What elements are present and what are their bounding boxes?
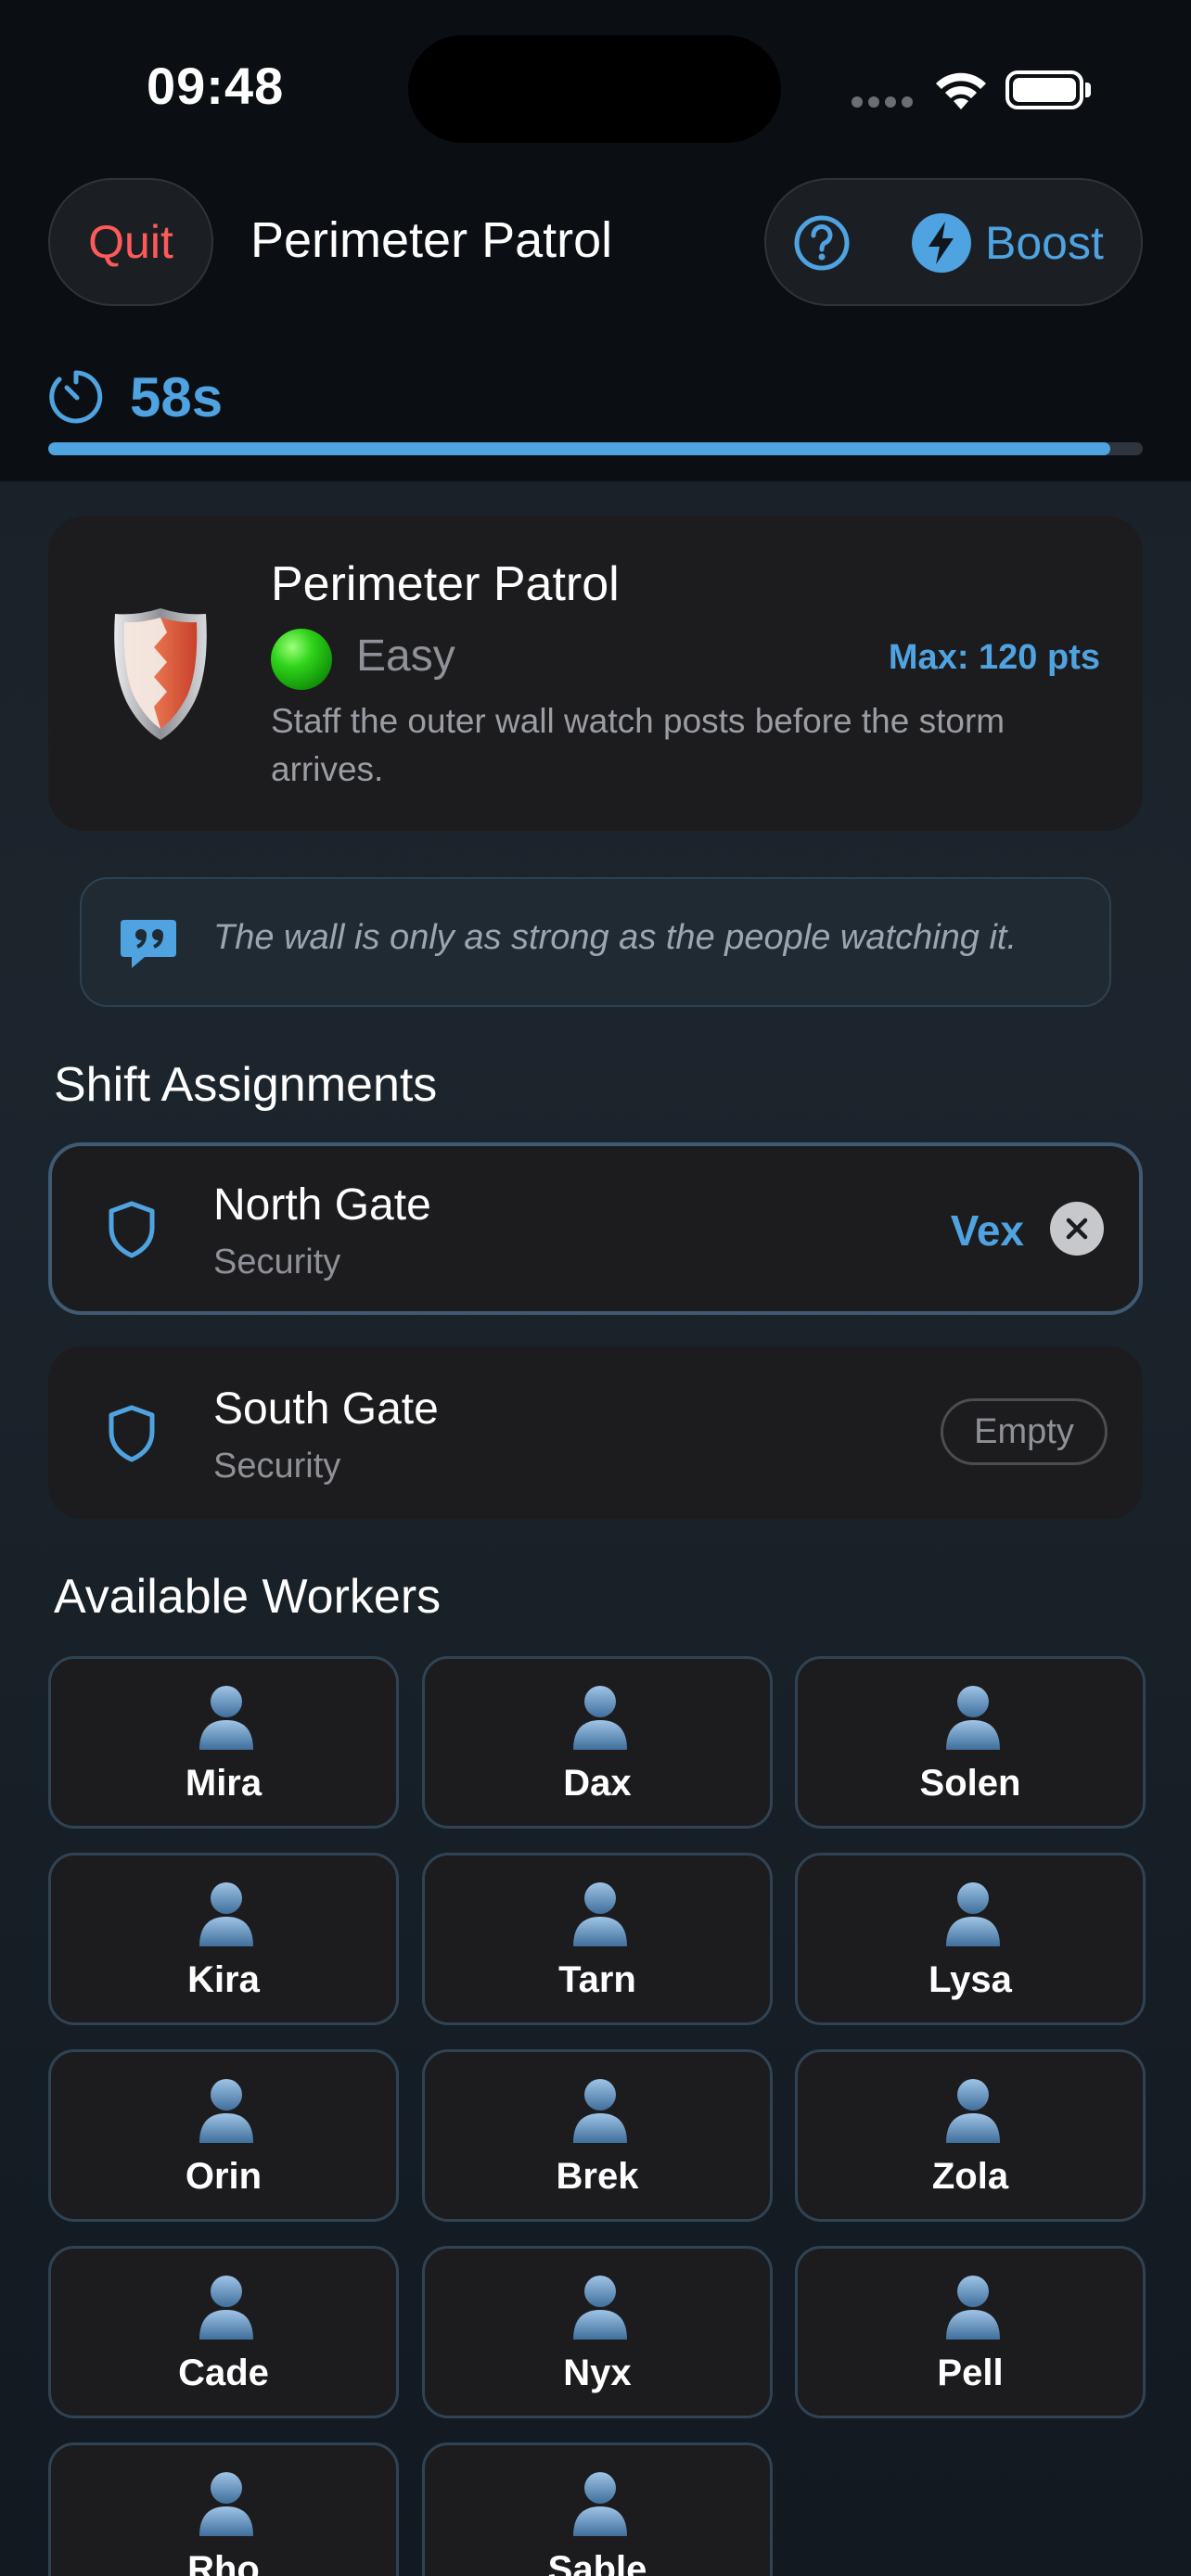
worker-name: Cade bbox=[178, 2353, 269, 2393]
assigned-worker[interactable]: Vex bbox=[951, 1205, 1024, 1256]
stopwatch-icon bbox=[49, 370, 103, 424]
lightning-bolt-icon bbox=[912, 213, 971, 273]
mission-description: Staff the outer wall watch posts before … bbox=[271, 702, 1005, 788]
worker-card[interactable]: Solen bbox=[795, 1656, 1146, 1829]
remove-assignment-button[interactable] bbox=[1050, 1202, 1104, 1256]
battery-icon bbox=[1005, 70, 1083, 109]
worker-name: Nyx bbox=[563, 2353, 632, 2393]
worker-name: Zola bbox=[931, 2156, 1009, 2197]
close-icon bbox=[1066, 1218, 1088, 1240]
timer-countdown: 58s bbox=[130, 366, 224, 428]
person-icon bbox=[946, 2079, 1000, 2143]
boost-button[interactable]: Boost bbox=[911, 206, 1104, 280]
worker-card[interactable]: Mira bbox=[48, 1656, 399, 1829]
person-icon bbox=[199, 2079, 253, 2143]
person-icon bbox=[573, 2472, 627, 2536]
available-workers-heading: Available Workers bbox=[54, 1570, 442, 1624]
person-icon bbox=[199, 1882, 253, 1946]
shield-outline-icon bbox=[109, 1201, 155, 1258]
person-icon bbox=[946, 1686, 1000, 1750]
timer-progress-bar bbox=[48, 442, 1143, 455]
person-icon bbox=[573, 1882, 627, 1946]
person-icon bbox=[573, 2276, 627, 2340]
worker-card[interactable]: Pell bbox=[795, 2246, 1146, 2418]
worker-card[interactable]: Zola bbox=[795, 2049, 1146, 2222]
person-icon bbox=[199, 2472, 253, 2536]
worker-card[interactable]: Nyx bbox=[422, 2246, 773, 2418]
status-time: 09:48 bbox=[147, 57, 285, 115]
person-icon bbox=[573, 2079, 627, 2143]
worker-name: Lysa bbox=[928, 1959, 1012, 2000]
person-icon bbox=[199, 2276, 253, 2340]
worker-card[interactable]: Rho bbox=[48, 2442, 399, 2576]
shift-name: North Gate bbox=[213, 1180, 431, 1230]
worker-name: Sable bbox=[547, 2549, 647, 2576]
worker-name: Tarn bbox=[558, 1959, 636, 2000]
shift-role: Security bbox=[213, 1243, 341, 1282]
worker-card[interactable]: Lysa bbox=[795, 1853, 1146, 2025]
worker-name: Solen bbox=[919, 1763, 1021, 1804]
shift-row-north-gate[interactable]: North Gate Security Vex bbox=[48, 1142, 1143, 1315]
worker-card[interactable]: Brek bbox=[422, 2049, 773, 2222]
question-circle-icon[interactable] bbox=[785, 206, 859, 280]
difficulty-indicator bbox=[271, 629, 332, 690]
shift-assignments-heading: Shift Assignments bbox=[54, 1058, 438, 1112]
worker-name: Dax bbox=[563, 1763, 632, 1804]
worker-name: Mira bbox=[185, 1763, 263, 1804]
page-title: Perimeter Patrol bbox=[250, 212, 613, 268]
worker-card[interactable]: Dax bbox=[422, 1656, 773, 1829]
worker-name: Rho bbox=[187, 2549, 260, 2576]
battery-nub bbox=[1085, 83, 1091, 97]
person-icon bbox=[199, 1686, 253, 1750]
quit-button[interactable]: Quit bbox=[48, 178, 213, 306]
boost-label: Boost bbox=[985, 217, 1104, 269]
worker-card[interactable]: Orin bbox=[48, 2049, 399, 2222]
shield-outline-icon bbox=[109, 1405, 155, 1462]
person-icon bbox=[946, 1882, 1000, 1946]
quote-text: The wall is only as strong as the people… bbox=[213, 918, 1018, 957]
dynamic-island bbox=[408, 35, 781, 143]
wifi-icon bbox=[936, 72, 986, 109]
difficulty-label: Easy bbox=[356, 631, 455, 681]
worker-name: Kira bbox=[187, 1959, 260, 2000]
person-icon bbox=[946, 2276, 1000, 2340]
worker-name: Brek bbox=[556, 2156, 639, 2197]
worker-name: Pell bbox=[937, 2353, 1004, 2393]
worker-card[interactable]: Tarn bbox=[422, 1853, 773, 2025]
person-icon bbox=[573, 1686, 627, 1750]
max-points: Max: 120 pts bbox=[888, 638, 1100, 677]
worker-card[interactable]: Cade bbox=[48, 2246, 399, 2418]
mission-title: Perimeter Patrol bbox=[271, 557, 620, 611]
empty-slot-badge: Empty bbox=[941, 1398, 1108, 1465]
worker-card[interactable]: Kira bbox=[48, 1853, 399, 2025]
worker-name: Orin bbox=[185, 2156, 263, 2197]
shift-row-south-gate[interactable]: South Gate Security Empty bbox=[48, 1346, 1143, 1519]
shift-role: Security bbox=[213, 1447, 341, 1486]
quote-bubble-icon bbox=[121, 920, 176, 968]
cellular-signal-icon bbox=[852, 96, 913, 108]
timer-progress-fill bbox=[48, 442, 1110, 455]
shift-name: South Gate bbox=[213, 1384, 439, 1434]
shield-icon bbox=[114, 608, 207, 740]
worker-card[interactable]: Sable bbox=[422, 2442, 773, 2576]
